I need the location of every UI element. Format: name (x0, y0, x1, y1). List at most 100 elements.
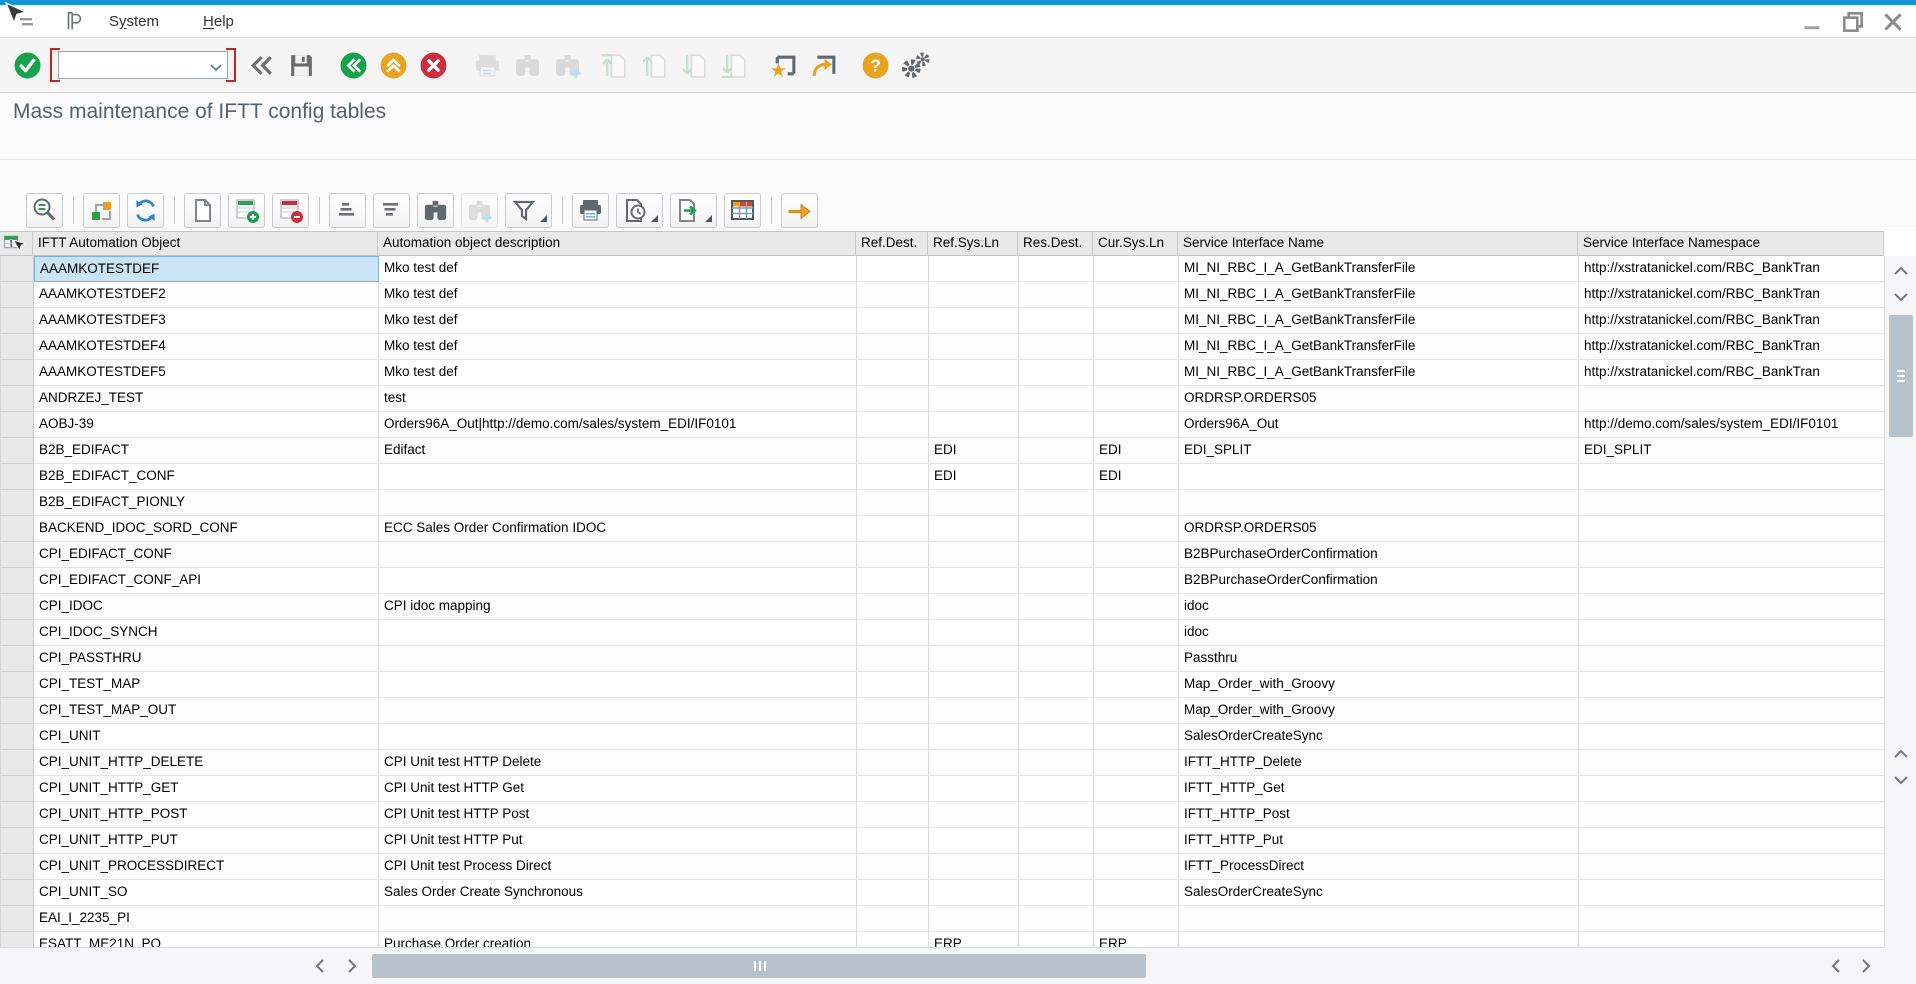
cell-res_dest[interactable] (1019, 464, 1094, 490)
cell-ref_dest[interactable] (857, 672, 929, 698)
cell-res_dest[interactable] (1019, 620, 1094, 646)
row-selector[interactable] (1, 282, 34, 308)
cell-obj[interactable]: CPI_EDIFACT_CONF_API (34, 568, 379, 594)
print-button[interactable] (470, 48, 504, 82)
page-up-button[interactable] (638, 48, 672, 82)
column-header-sns[interactable]: Service Interface Namespace (1578, 232, 1884, 256)
cell-ref_dest[interactable] (857, 386, 929, 412)
cell-sns[interactable] (1579, 750, 1884, 776)
cell-ref_dest[interactable] (857, 854, 929, 880)
cell-sns[interactable]: EDI_SPLIT (1579, 438, 1884, 464)
cell-res_dest[interactable] (1019, 412, 1094, 438)
row-selector[interactable] (1, 880, 34, 906)
cell-ref_dest[interactable] (857, 334, 929, 360)
row-selector[interactable] (1, 594, 34, 620)
minimize-button[interactable] (1800, 10, 1826, 34)
grid-corner-cell[interactable] (0, 232, 33, 256)
cell-cur_sys[interactable]: EDI (1094, 464, 1179, 490)
cell-sns[interactable] (1579, 828, 1884, 854)
cell-res_dest[interactable] (1019, 880, 1094, 906)
row-selector[interactable] (1, 360, 34, 386)
cell-sin[interactable]: IFTT_ProcessDirect (1179, 854, 1579, 880)
cell-desc[interactable]: CPI Unit test HTTP Get (379, 776, 857, 802)
cell-obj[interactable]: CPI_UNIT_PROCESSDIRECT (34, 854, 379, 880)
row-selector[interactable] (1, 932, 34, 947)
cell-obj[interactable]: CPI_PASSTHRU (34, 646, 379, 672)
cell-ref_sys[interactable] (929, 672, 1019, 698)
cell-desc[interactable]: CPI Unit test HTTP Post (379, 802, 857, 828)
cell-cur_sys[interactable] (1094, 360, 1179, 386)
row-selector[interactable] (1, 724, 34, 750)
scroll-right-end-button[interactable] (1852, 953, 1880, 979)
row-selector[interactable] (1, 516, 34, 542)
cell-sin[interactable]: EDI_SPLIT (1179, 438, 1579, 464)
cell-sns[interactable] (1579, 620, 1884, 646)
cell-ref_sys[interactable] (929, 516, 1019, 542)
cell-sns[interactable] (1579, 880, 1884, 906)
cell-cur_sys[interactable] (1094, 594, 1179, 620)
cell-cur_sys[interactable] (1094, 672, 1179, 698)
cell-sns[interactable] (1579, 386, 1884, 412)
cell-desc[interactable] (379, 490, 857, 516)
cell-obj[interactable]: AAAMKOTESTDEF5 (34, 360, 379, 386)
row-selector[interactable] (1, 464, 34, 490)
cell-sns[interactable]: http://xstratanickel.com/RBC_BankTran (1579, 308, 1884, 334)
cell-desc[interactable]: Mko test def (379, 282, 857, 308)
find-button[interactable] (417, 193, 454, 228)
cell-ref_dest[interactable] (857, 906, 929, 932)
cell-ref_sys[interactable] (929, 594, 1019, 620)
cell-cur_sys[interactable] (1094, 334, 1179, 360)
cell-desc[interactable] (379, 646, 857, 672)
back-button[interactable] (336, 48, 370, 82)
cell-desc[interactable]: CPI Unit test Process Direct (379, 854, 857, 880)
cell-ref_sys[interactable] (929, 282, 1019, 308)
close-button[interactable] (1880, 10, 1906, 34)
transfer-button[interactable] (781, 193, 818, 228)
cell-obj[interactable]: AAAMKOTESTDEF3 (34, 308, 379, 334)
cell-cur_sys[interactable] (1094, 828, 1179, 854)
row-selector[interactable] (1, 776, 34, 802)
cell-ref_sys[interactable] (929, 750, 1019, 776)
menu-help[interactable]: Help (203, 13, 234, 30)
cell-sin[interactable]: IFTT_HTTP_Post (1179, 802, 1579, 828)
row-selector[interactable] (1, 620, 34, 646)
cell-ref_dest[interactable] (857, 828, 929, 854)
cell-sin[interactable] (1179, 906, 1579, 932)
scroll-down-button[interactable] (1887, 284, 1915, 310)
column-header-ref_dest[interactable]: Ref.Dest. (856, 232, 928, 256)
cell-desc[interactable]: Mko test def (379, 256, 857, 282)
scroll-page-up-button[interactable] (1887, 741, 1915, 767)
cell-ref_sys[interactable] (929, 724, 1019, 750)
cell-ref_dest[interactable] (857, 438, 929, 464)
cell-desc[interactable]: Edifact (379, 438, 857, 464)
last-page-button[interactable] (718, 48, 752, 82)
cell-sns[interactable] (1579, 542, 1884, 568)
first-page-button[interactable] (598, 48, 632, 82)
cell-ref_sys[interactable] (929, 698, 1019, 724)
row-selector[interactable] (1, 672, 34, 698)
cell-cur_sys[interactable] (1094, 724, 1179, 750)
row-selector[interactable] (1, 828, 34, 854)
cell-desc[interactable] (379, 698, 857, 724)
cell-res_dest[interactable] (1019, 256, 1094, 282)
cell-res_dest[interactable] (1019, 698, 1094, 724)
cell-cur_sys[interactable] (1094, 646, 1179, 672)
cell-sns[interactable] (1579, 646, 1884, 672)
cell-sin[interactable]: Map_Order_with_Groovy (1179, 698, 1579, 724)
cell-desc[interactable]: Orders96A_Out|http://demo.com/sales/syst… (379, 412, 857, 438)
column-header-desc[interactable]: Automation object description (378, 232, 856, 256)
cell-obj[interactable]: CPI_UNIT (34, 724, 379, 750)
cell-ref_dest[interactable] (857, 802, 929, 828)
sort-ascending-button[interactable] (329, 193, 366, 228)
cell-ref_dest[interactable] (857, 516, 929, 542)
cell-sin[interactable]: Passthru (1179, 646, 1579, 672)
cell-ref_sys[interactable] (929, 880, 1019, 906)
column-header-sin[interactable]: Service Interface Name (1178, 232, 1578, 256)
cell-sns[interactable] (1579, 932, 1884, 947)
chevron-down-icon[interactable] (209, 60, 223, 78)
delete-row-button[interactable] (272, 193, 309, 228)
cell-ref_dest[interactable] (857, 542, 929, 568)
cell-sin[interactable]: IFTT_HTTP_Get (1179, 776, 1579, 802)
cell-obj[interactable]: B2B_EDIFACT (34, 438, 379, 464)
cell-obj[interactable]: CPI_UNIT_HTTP_POST (34, 802, 379, 828)
